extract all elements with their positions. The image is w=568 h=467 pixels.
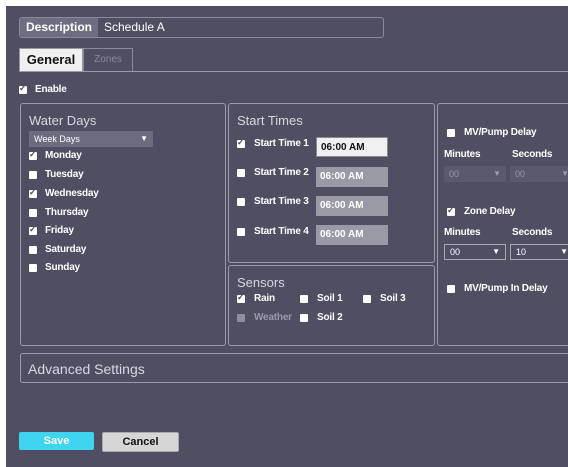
zone-delay-checkbox[interactable] [447,205,455,216]
description-label: Description [20,18,98,37]
chevron-down-icon: ▼ [560,247,568,256]
start-time-1-input[interactable]: 06:00 AM [316,137,388,157]
advanced-settings-title: Advanced Settings [28,361,145,377]
water-days-title: Water Days [29,113,97,128]
zone-seconds-label: Seconds [512,227,553,238]
mv-pump-in-delay-label: MV/Pump In Delay [464,283,548,294]
start-times-title: Start Times [237,113,303,128]
day-label-tuesday: Tuesday [45,169,84,180]
sensor-rain-checkbox[interactable] [237,292,245,303]
start-time-2-input[interactable]: 06:00 AM [316,167,388,187]
sensor-soil2-label: Soil 2 [317,312,343,323]
zone-seconds-value: 10 [516,247,527,257]
water-days-select[interactable]: Week Days ▼ [29,131,153,147]
day-checkbox-wednesday[interactable] [29,187,37,198]
sensor-soil3-checkbox[interactable] [363,295,371,303]
mv-pump-in-delay-checkbox[interactable] [447,285,455,293]
zone-seconds-select[interactable]: 10 ▼ [510,244,568,260]
sensor-soil3-label: Soil 3 [380,293,406,304]
description-field[interactable]: Description Schedule A [19,17,384,38]
sensors-title: Sensors [237,275,285,290]
tab-general[interactable]: General [19,48,83,72]
day-checkbox-monday[interactable] [29,149,37,160]
start-time-2-label: Start Time 2 [254,167,309,178]
cancel-button[interactable]: Cancel [102,432,179,452]
day-checkbox-sunday[interactable] [29,264,37,272]
sensor-soil1-checkbox[interactable] [300,295,308,303]
chevron-down-icon: ▼ [492,247,500,256]
mv-minutes-label: Minutes [444,149,481,160]
start-time-1-label: Start Time 1 [254,138,309,149]
chevron-down-icon: ▼ [561,169,568,178]
tab-zones[interactable]: Zones [83,48,133,72]
sensor-weather-checkbox [237,314,245,322]
day-label-thursday: Thursday [45,207,89,218]
enable-label: Enable [35,84,67,95]
sensor-weather-label: Weather [254,312,292,323]
day-label-wednesday: Wednesday [45,188,99,199]
day-checkbox-friday[interactable] [29,224,37,235]
zone-minutes-label: Minutes [444,227,481,238]
sensor-soil1-label: Soil 1 [317,293,343,304]
chevron-down-icon: ▼ [140,134,148,143]
mv-minutes-value: 00 [449,169,460,179]
start-time-4-checkbox[interactable] [237,228,245,236]
start-time-4-label: Start Time 4 [254,226,309,237]
zone-minutes-value: 00 [450,247,461,257]
zone-delay-label: Zone Delay [464,206,516,217]
mv-pump-delay-checkbox[interactable] [447,129,455,137]
sensor-soil2-checkbox[interactable] [300,314,308,322]
mv-seconds-select: 00 ▼ [510,166,568,182]
start-time-3-input[interactable]: 06:00 AM [316,196,388,216]
mv-seconds-label: Seconds [512,149,553,160]
mv-minutes-select: 00 ▼ [444,166,506,182]
day-label-friday: Friday [45,225,74,236]
start-time-1-checkbox[interactable] [237,137,245,148]
pump-delay-section [437,103,568,346]
day-label-sunday: Sunday [45,262,80,273]
start-time-3-label: Start Time 3 [254,196,309,207]
enable-checkbox[interactable] [19,83,27,94]
day-checkbox-saturday[interactable] [29,246,37,254]
start-time-4-input[interactable]: 06:00 AM [316,225,388,245]
zone-minutes-select[interactable]: 00 ▼ [444,244,506,260]
day-checkbox-tuesday[interactable] [29,171,37,179]
start-time-3-checkbox[interactable] [237,198,245,206]
chevron-down-icon: ▼ [493,169,501,178]
schedule-panel: Description Schedule A General Zones Ena… [6,6,568,467]
save-button[interactable]: Save [19,432,94,450]
mv-seconds-value: 00 [515,169,526,179]
sensor-rain-label: Rain [254,293,275,304]
day-checkbox-thursday[interactable] [29,209,37,217]
water-days-select-value: Week Days [34,134,80,144]
start-time-2-checkbox[interactable] [237,169,245,177]
mv-pump-delay-label: MV/Pump Delay [464,127,537,138]
tab-divider [19,71,568,72]
day-label-saturday: Saturday [45,244,87,255]
description-value[interactable]: Schedule A [104,18,165,37]
day-label-monday: Monday [45,150,82,161]
